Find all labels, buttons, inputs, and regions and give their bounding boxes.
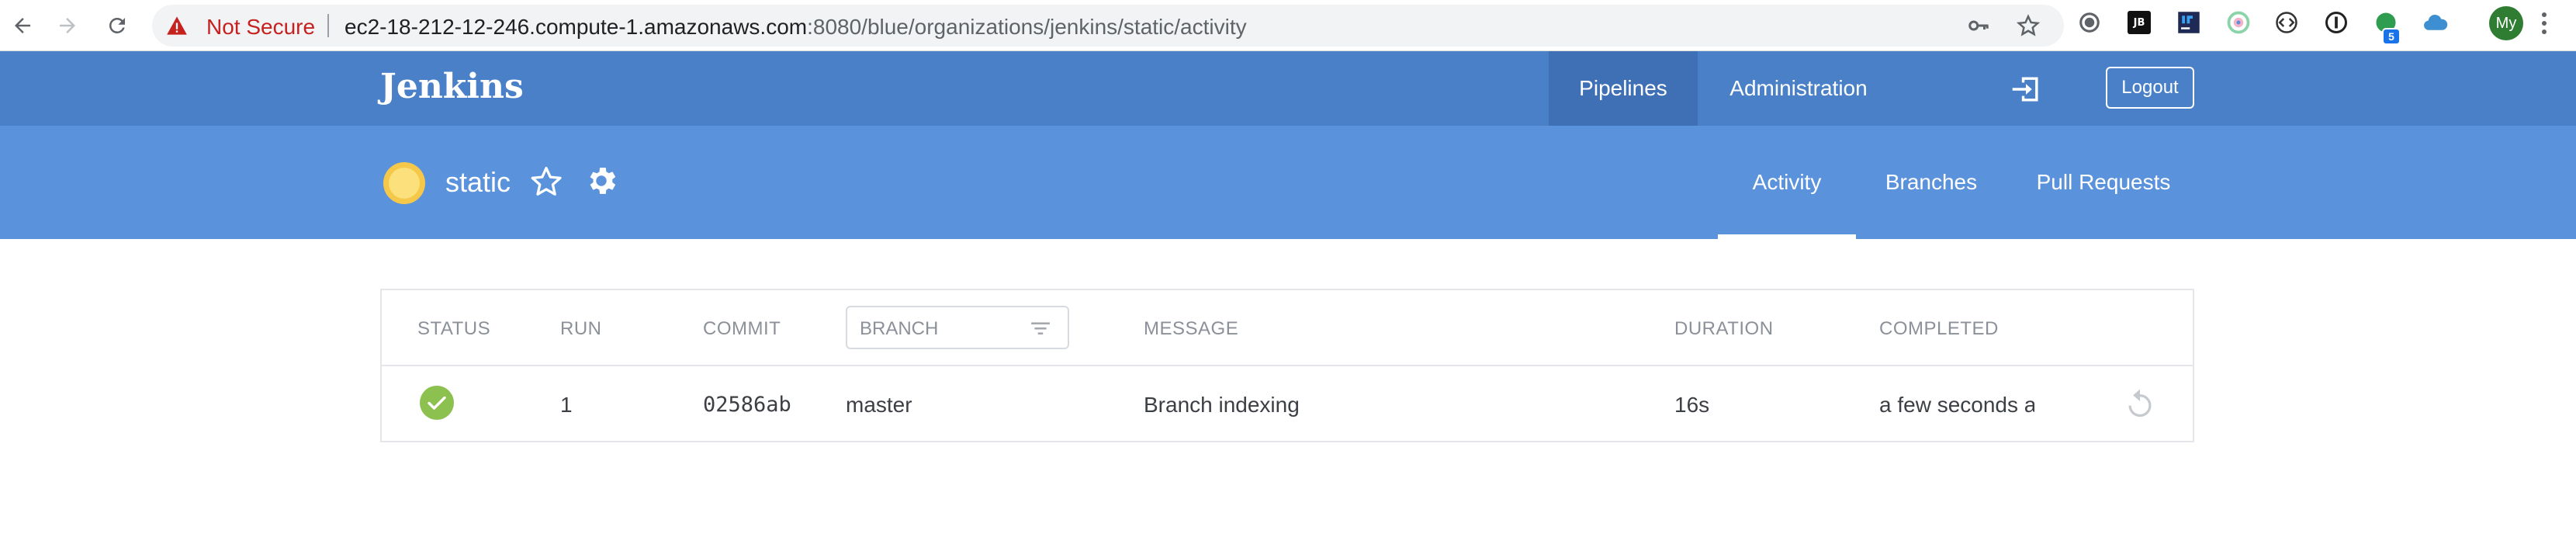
exit-classic-icon[interactable] [2010, 75, 2042, 104]
run-number: 1 [560, 393, 573, 417]
table-row[interactable]: 1 02586ab master Branch indexing 16s a f… [382, 366, 2193, 442]
back-arrow-icon [15, 18, 30, 33]
filter-icon [1031, 322, 1050, 335]
extension-badge: 5 [2382, 28, 2401, 45]
table-header: STATUS RUN COMMIT BRANCH MESSAGE DURATIO… [382, 290, 2193, 366]
replay-icon[interactable] [2124, 388, 2155, 421]
reload-icon [109, 17, 125, 33]
run-duration: 16s [1674, 393, 1710, 417]
weather-sunny-icon [383, 162, 425, 204]
tab-activity[interactable]: Activity [1718, 126, 1856, 239]
column-completed: COMPLETED [1879, 318, 1999, 339]
nav-pipelines[interactable]: Pipelines [1549, 51, 1698, 126]
success-check-icon [420, 386, 454, 420]
key-icon[interactable] [1966, 14, 1991, 37]
completed-time: a few seconds ago [1879, 393, 2034, 417]
bookmark-star-icon[interactable] [2016, 14, 2041, 37]
column-status: STATUS [417, 318, 491, 339]
back-button[interactable] [5, 8, 40, 43]
url-path: :8080/blue/organizations/jenkins/static/… [807, 15, 1247, 39]
forward-arrow-icon [60, 18, 75, 33]
column-commit: COMMIT [703, 318, 781, 339]
branch-name: master [846, 393, 912, 417]
tab-pull-requests[interactable]: Pull Requests [2022, 126, 2185, 239]
browser-menu-icon[interactable] [2542, 12, 2547, 38]
branch-filter-placeholder: BRANCH [860, 318, 939, 339]
column-run: RUN [560, 318, 602, 339]
branch-filter-input[interactable]: BRANCH [846, 306, 1069, 349]
activity-table: STATUS RUN COMMIT BRANCH MESSAGE DURATIO… [380, 289, 2194, 442]
browser-toolbar: Not Secure ec2-18-212-12-246.compute-1.a… [0, 0, 2576, 51]
favorite-star-icon[interactable] [529, 165, 563, 199]
gear-icon[interactable] [583, 163, 619, 199]
address-bar[interactable]: Not Secure ec2-18-212-12-246.compute-1.a… [152, 5, 2064, 47]
logout-button[interactable]: Logout [2106, 67, 2194, 109]
jetbrains-ext-icon[interactable]: JB [2126, 9, 2152, 36]
run-message: Branch indexing [1144, 393, 1300, 417]
profile-avatar[interactable]: My [2489, 6, 2523, 40]
jenkins-header: Jenkins Pipelines Administration Logout [0, 51, 2576, 126]
info-ext-icon[interactable] [2323, 9, 2349, 36]
warning-icon [167, 16, 187, 35]
omnibox-separator [327, 14, 329, 37]
jetbrains-text: JB [2128, 11, 2151, 34]
column-duration: DURATION [1674, 318, 1774, 339]
code-ext-icon[interactable] [2273, 9, 2300, 36]
circle-ext-icon[interactable] [2076, 9, 2103, 36]
nav-administration[interactable]: Administration [1698, 51, 1899, 126]
column-message: MESSAGE [1144, 318, 1239, 339]
jb-ide-ext-icon[interactable] [2176, 9, 2202, 36]
tab-branches[interactable]: Branches [1870, 126, 1993, 239]
reload-button[interactable] [99, 8, 135, 43]
url-text[interactable]: ec2-18-212-12-246.compute-1.amazonaws.co… [345, 15, 1247, 40]
url-host: ec2-18-212-12-246.compute-1.amazonaws.co… [345, 15, 808, 39]
pipeline-name: static [445, 166, 511, 198]
security-label[interactable]: Not Secure [206, 15, 315, 40]
pipeline-header: static Activity Branches Pull Requests [0, 126, 2576, 239]
colorful-ext-icon[interactable] [2225, 9, 2252, 36]
jenkins-logo[interactable]: Jenkins [380, 67, 524, 106]
commit-hash[interactable]: 02586ab [703, 393, 791, 417]
cloud-ext-icon[interactable] [2422, 9, 2449, 36]
forward-button[interactable] [50, 8, 85, 43]
